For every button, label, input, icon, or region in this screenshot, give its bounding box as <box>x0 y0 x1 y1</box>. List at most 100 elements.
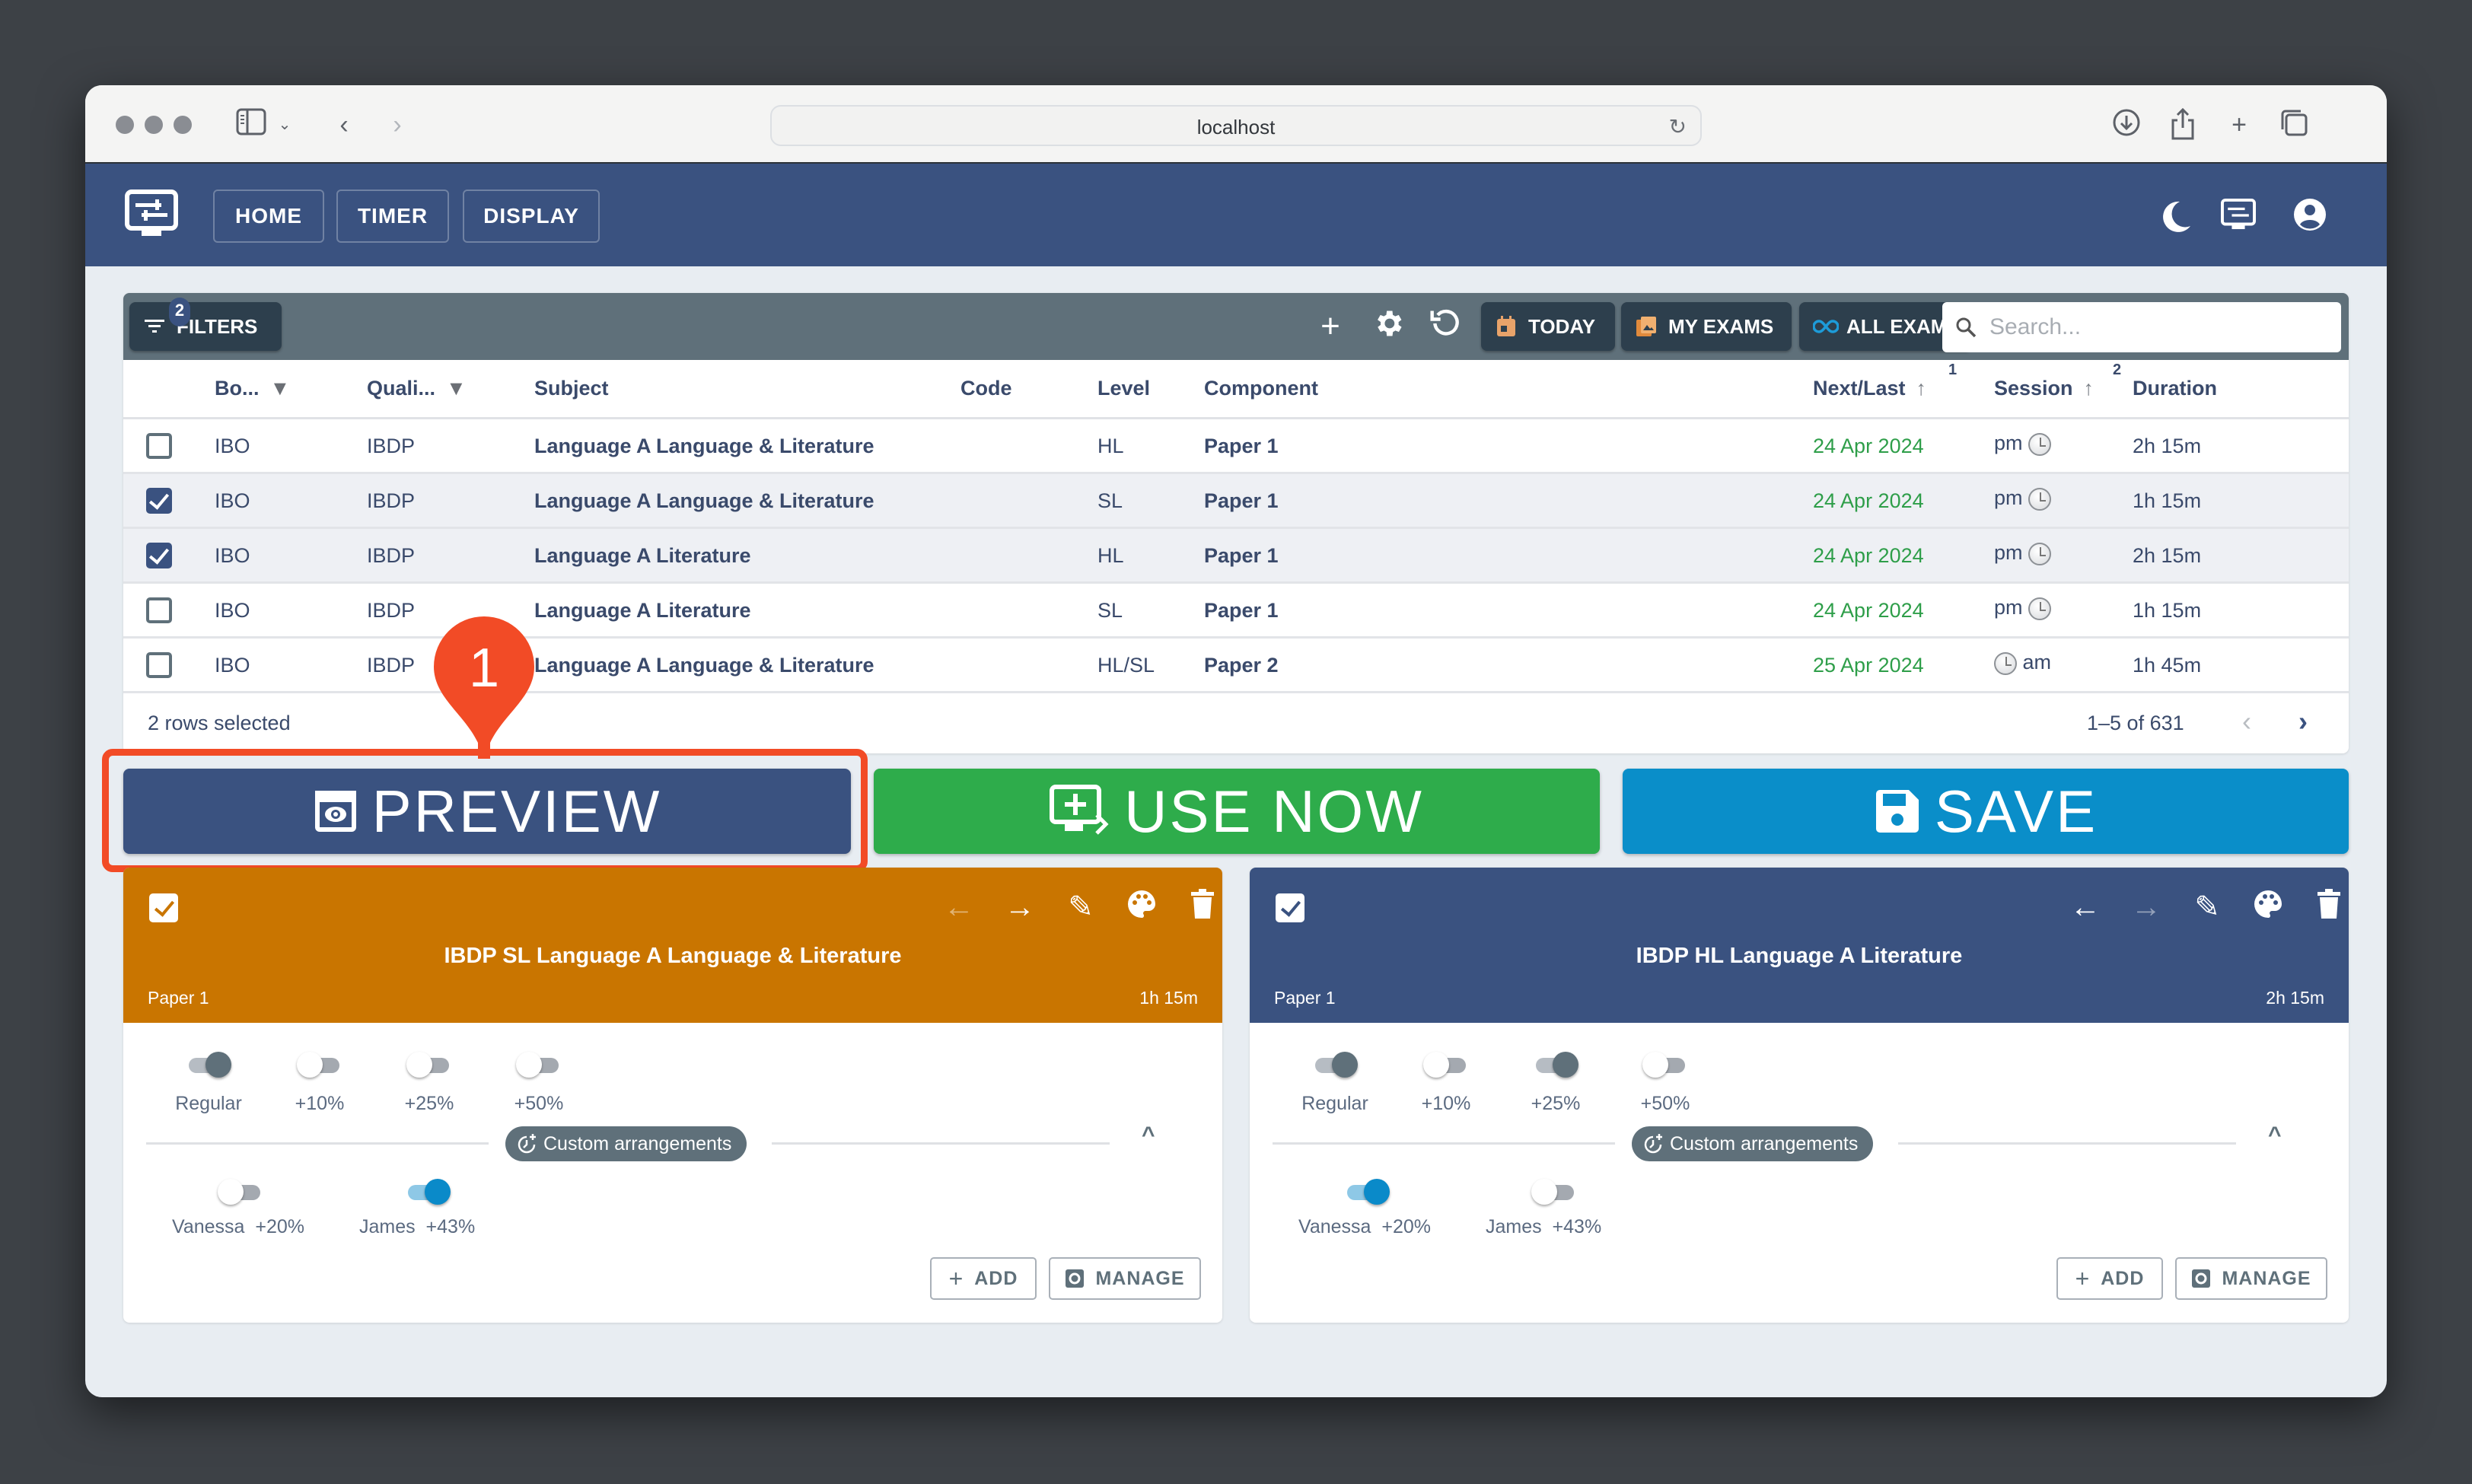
settings-gear-icon[interactable] <box>1368 307 1408 346</box>
reset-icon[interactable] <box>1426 307 1466 346</box>
move-right-icon[interactable]: → <box>1002 889 1038 925</box>
column-subject[interactable]: Subject <box>534 377 609 400</box>
nav-display[interactable]: DISPLAY <box>463 189 600 243</box>
extra-time-toggle[interactable] <box>1312 1049 1358 1079</box>
nav-home[interactable]: HOME <box>213 189 324 243</box>
account-icon[interactable] <box>2292 197 2330 235</box>
extra-time-toggle[interactable] <box>516 1049 562 1079</box>
component-cell: Paper 2 <box>1204 654 1279 677</box>
add-arrangement-button[interactable]: + ADD <box>2056 1257 2163 1300</box>
move-right-icon[interactable]: → <box>2128 889 2165 925</box>
extra-time-toggle[interactable] <box>1642 1049 1688 1079</box>
preview-button[interactable]: PREVIEW <box>123 769 851 854</box>
extra-time-toggle[interactable] <box>186 1049 231 1079</box>
sidebar-icon[interactable] <box>234 108 268 142</box>
address-bar[interactable]: localhost ↻ <box>770 105 1702 146</box>
table-row[interactable]: IBO IBDP Language A Language & Literature H… <box>123 419 2349 474</box>
minimize-window-icon[interactable] <box>145 116 163 134</box>
custom-arrangement-toggle[interactable] <box>405 1176 451 1206</box>
add-arrangement-button[interactable]: + ADD <box>930 1257 1037 1300</box>
preview-label: PREVIEW <box>371 777 662 845</box>
filter-icon[interactable]: ▼ <box>270 377 291 400</box>
row-checkbox[interactable] <box>146 543 172 568</box>
collapse-chevron-icon[interactable]: ^ <box>1142 1123 1155 1148</box>
selection-status: 2 rows selected <box>148 712 291 734</box>
back-icon[interactable]: ‹ <box>329 108 359 142</box>
row-checkbox[interactable] <box>146 433 172 459</box>
display-settings-icon[interactable] <box>2221 197 2259 235</box>
custom-arrangement-toggle[interactable] <box>218 1176 263 1206</box>
app-logo-icon[interactable] <box>125 189 178 238</box>
palette-icon[interactable] <box>1123 889 1160 925</box>
chevron-down-icon[interactable]: ⌄ <box>276 108 294 142</box>
manage-gear-icon <box>2192 1269 2211 1288</box>
share-icon[interactable] <box>2166 107 2200 142</box>
forward-icon[interactable]: › <box>382 108 413 142</box>
move-left-icon[interactable]: ← <box>941 889 977 925</box>
extra-time-toggle[interactable] <box>1533 1049 1578 1079</box>
use-now-button[interactable]: USE NOW <box>874 769 1600 854</box>
today-button[interactable]: TODAY <box>1481 302 1615 351</box>
manage-arrangements-button[interactable]: MANAGE <box>1049 1257 1201 1300</box>
filters-button[interactable]: 2 FILTERS <box>129 298 282 351</box>
zoom-window-icon[interactable] <box>174 116 192 134</box>
manage-arrangements-button[interactable]: MANAGE <box>2175 1257 2327 1300</box>
delete-trash-icon[interactable] <box>2311 889 2347 925</box>
tabs-icon[interactable] <box>2277 108 2311 142</box>
next-page-icon[interactable]: › <box>2298 705 2308 737</box>
row-checkbox[interactable] <box>146 597 172 623</box>
nav-timer[interactable]: TIMER <box>336 189 449 243</box>
column-qualification[interactable]: Quali... ▼ <box>367 377 467 400</box>
filter-icon[interactable]: ▼ <box>446 377 467 400</box>
table-row[interactable]: IBO IBDP Language A Language & Literature S… <box>123 474 2349 529</box>
custom-arrangements-chip[interactable]: Custom arrangements <box>505 1126 747 1161</box>
table-row[interactable]: IBO IBDP Language A Literature HL Paper 1 24 … <box>123 529 2349 584</box>
preview-icon <box>314 791 356 832</box>
window-controls[interactable] <box>116 116 192 134</box>
extra-time-toggle[interactable] <box>406 1049 452 1079</box>
subject-cell: Language A Language & Literature <box>534 435 874 457</box>
add-icon[interactable]: + <box>1311 307 1350 346</box>
column-session[interactable]: Session ↑ 2 <box>1994 361 2121 400</box>
column-level[interactable]: Level <box>1097 377 1150 400</box>
floppy-disk-icon <box>1875 790 1919 833</box>
my-exams-button[interactable]: MY EXAMS <box>1621 302 1792 351</box>
sort-ascending-icon[interactable]: ↑ <box>2084 377 2095 400</box>
card-select-checkbox[interactable] <box>149 893 178 922</box>
custom-arrangement-toggle[interactable] <box>1531 1176 1577 1206</box>
custom-arrangements-chip[interactable]: Custom arrangements <box>1632 1126 1874 1161</box>
palette-icon[interactable] <box>2250 889 2286 925</box>
download-icon[interactable] <box>2110 108 2143 142</box>
row-checkbox[interactable] <box>146 652 172 678</box>
edit-pencil-icon[interactable]: ✎ <box>1062 889 1099 925</box>
row-checkbox[interactable] <box>146 488 172 514</box>
close-window-icon[interactable] <box>116 116 134 134</box>
extra-time-label: +50% <box>1640 1093 1690 1114</box>
collapse-chevron-icon[interactable]: ^ <box>2268 1123 2282 1148</box>
extra-time-toggle[interactable] <box>1423 1049 1469 1079</box>
card-select-checkbox[interactable] <box>1276 893 1304 922</box>
previous-page-icon[interactable]: ‹ <box>2242 705 2251 737</box>
dark-mode-icon[interactable] <box>2157 197 2195 235</box>
extra-time-toggle[interactable] <box>297 1049 342 1079</box>
column-board[interactable]: Bo... ▼ <box>215 377 290 400</box>
my-exams-label: MY EXAMS <box>1668 314 1774 338</box>
reload-icon[interactable]: ↻ <box>1669 114 1687 139</box>
delete-trash-icon[interactable] <box>1184 889 1221 925</box>
session-cell: pm <box>1994 596 2052 620</box>
move-left-icon[interactable]: ← <box>2067 889 2104 925</box>
duration-cell: 1h 15m <box>2133 599 2202 622</box>
edit-pencil-icon[interactable]: ✎ <box>2189 889 2225 925</box>
session-cell: pm <box>1994 486 2052 511</box>
column-duration[interactable]: Duration <box>2133 377 2217 400</box>
search-input[interactable]: Search... <box>1942 302 2341 352</box>
column-code[interactable]: Code <box>960 377 1012 400</box>
board-cell: IBO <box>215 489 250 512</box>
divider <box>146 1142 489 1145</box>
custom-arrangement-toggle[interactable] <box>1344 1176 1390 1206</box>
save-button[interactable]: SAVE <box>1623 769 2349 854</box>
sort-ascending-icon[interactable]: ↑ <box>1916 377 1927 400</box>
column-next-last[interactable]: Next/Last ↑ 1 <box>1813 361 1957 400</box>
column-component[interactable]: Component <box>1204 377 1318 400</box>
new-tab-icon[interactable]: + <box>2222 108 2256 142</box>
